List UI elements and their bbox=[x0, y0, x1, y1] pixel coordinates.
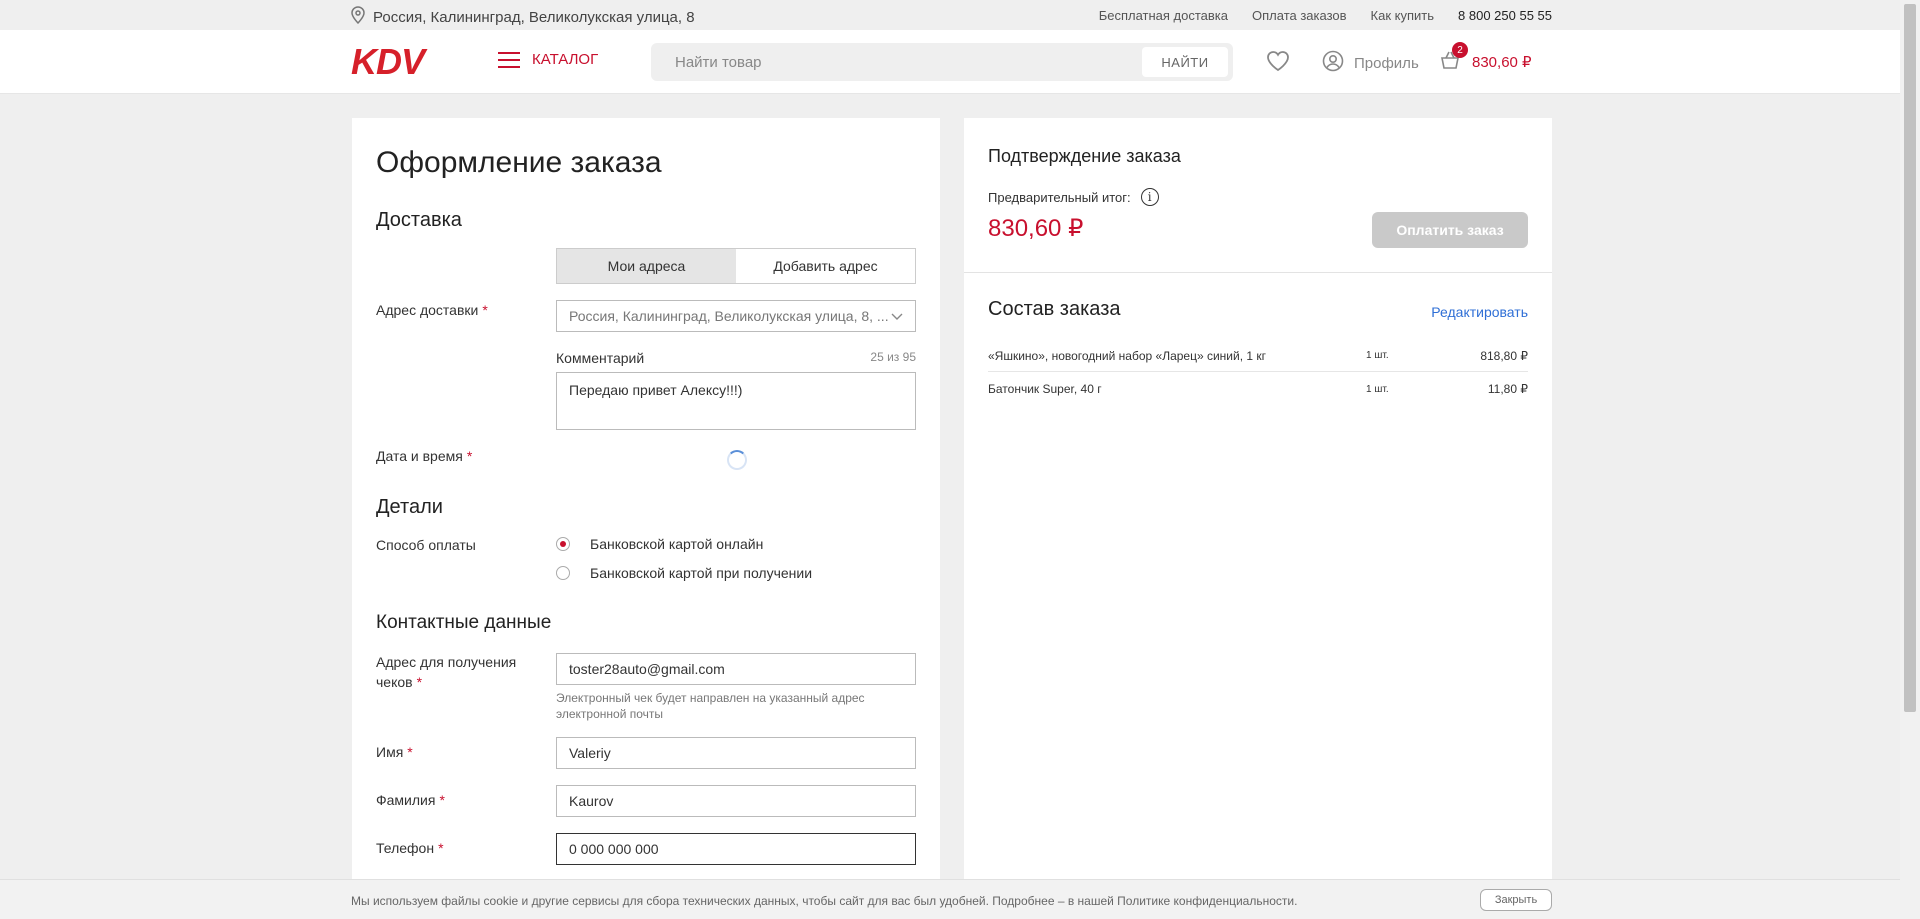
pay-order-button[interactable]: Оплатить заказ bbox=[1372, 212, 1528, 248]
phone-number[interactable]: 8 800 250 55 55 bbox=[1458, 8, 1552, 23]
datetime-label: Дата и время * bbox=[376, 448, 473, 464]
top-links: Бесплатная доставка Оплата заказов Как к… bbox=[1099, 8, 1552, 23]
last-name-field[interactable]: Kaurov bbox=[556, 785, 916, 817]
cart-icon: 2 bbox=[1440, 42, 1468, 74]
cookie-text: Мы используем файлы cookie и другие серв… bbox=[351, 894, 1298, 908]
tab-my-addresses[interactable]: Мои адреса bbox=[557, 249, 736, 283]
top-bar: Россия, Калининград, Великолукская улица… bbox=[0, 0, 1900, 30]
cart-total: 830,60 ₽ bbox=[1472, 54, 1532, 71]
comment-textarea[interactable]: Передаю привет Алексу!!!) bbox=[556, 372, 916, 430]
location[interactable]: Россия, Калининград, Великолукская улица… bbox=[351, 6, 695, 28]
contacts-section-title: Контактные данные bbox=[376, 612, 552, 633]
catalog-label: КАТАЛОГ bbox=[532, 51, 599, 68]
catalog-button[interactable]: КАТАЛОГ bbox=[498, 51, 598, 68]
address-select-value: Россия, Калининград, Великолукская улица… bbox=[569, 308, 889, 324]
comment-text: Передаю привет Алексу!!!) bbox=[569, 382, 743, 398]
location-text: Россия, Калининград, Великолукская улица… bbox=[373, 8, 695, 26]
phone-value: 0 000 000 000 bbox=[569, 841, 659, 857]
phone-label: Телефон * bbox=[376, 840, 444, 856]
search-input[interactable] bbox=[651, 43, 1141, 81]
search-bar: НАЙТИ bbox=[651, 43, 1233, 81]
cart-button[interactable]: 2 830,60 ₽ bbox=[1440, 42, 1532, 74]
receipt-email-value: toster28auto@gmail.com bbox=[569, 661, 725, 677]
link-payment[interactable]: Оплата заказов bbox=[1252, 8, 1347, 23]
order-item-name: «Яшкино», новогодний набор «Ларец» синий… bbox=[988, 348, 1267, 363]
phone-field[interactable]: 0 000 000 000 bbox=[556, 833, 916, 865]
page-scrollbar[interactable] bbox=[1900, 0, 1920, 919]
radio-unchecked-icon bbox=[556, 566, 570, 580]
receipt-email-field[interactable]: toster28auto@gmail.com bbox=[556, 653, 916, 685]
address-label: Адрес доставки * bbox=[376, 302, 488, 318]
payment-option-online[interactable]: Банковской картой онлайн bbox=[556, 536, 763, 552]
payment-option-on-delivery[interactable]: Банковской картой при получении bbox=[556, 565, 812, 581]
edit-order-link[interactable]: Редактировать bbox=[1431, 304, 1528, 320]
order-item-name: Батончик Super, 40 г bbox=[988, 382, 1102, 396]
comment-counter: 25 из 95 bbox=[870, 350, 916, 364]
first-name-value: Valeriy bbox=[569, 745, 611, 761]
payment-option-on-delivery-label: Банковской картой при получении bbox=[590, 565, 813, 581]
summary-title: Подтверждение заказа bbox=[988, 146, 1181, 166]
order-summary-panel: Подтверждение заказа Предварительный ито… bbox=[964, 118, 1552, 919]
subtotal-row: Предварительный итог: i bbox=[988, 188, 1159, 206]
location-pin-icon bbox=[351, 6, 365, 28]
address-select[interactable]: Россия, Калининград, Великолукская улица… bbox=[556, 300, 916, 332]
link-how-to-buy[interactable]: Как купить bbox=[1371, 8, 1434, 23]
cart-count-badge: 2 bbox=[1452, 42, 1468, 58]
payment-option-online-label: Банковской картой онлайн bbox=[590, 536, 764, 552]
delivery-section-title: Доставка bbox=[376, 209, 462, 231]
order-item: «Яшкино», новогодний набор «Ларец» синий… bbox=[988, 340, 1528, 372]
receipt-hint: Электронный чек будет направлен на указа… bbox=[556, 691, 865, 721]
info-icon[interactable]: i bbox=[1140, 188, 1159, 206]
page-title: Оформление заказа bbox=[376, 146, 662, 179]
last-name-label: Фамилия * bbox=[376, 792, 445, 808]
first-name-label: Имя * bbox=[376, 744, 413, 760]
order-item-qty: 1 шт. bbox=[1366, 350, 1389, 361]
order-item-qty: 1 шт. bbox=[1366, 383, 1389, 395]
last-name-value: Kaurov bbox=[569, 793, 614, 809]
cookie-close-button[interactable]: Закрыть bbox=[1480, 889, 1552, 911]
burger-icon bbox=[498, 51, 520, 68]
heart-icon[interactable] bbox=[1266, 50, 1290, 77]
cookie-banner: Мы используем файлы cookie и другие серв… bbox=[0, 879, 1900, 919]
spinner-icon bbox=[727, 450, 747, 470]
profile-button[interactable]: Профиль bbox=[1322, 50, 1419, 76]
chevron-down-icon bbox=[891, 308, 903, 324]
address-tabs: Мои адреса Добавить адрес bbox=[556, 248, 916, 284]
subtotal-label: Предварительный итог: bbox=[988, 189, 1131, 205]
first-name-field[interactable]: Valeriy bbox=[556, 737, 916, 769]
order-item-price: 11,80 ₽ bbox=[1487, 382, 1528, 396]
link-free-delivery[interactable]: Бесплатная доставка bbox=[1099, 8, 1228, 23]
radio-checked-icon bbox=[556, 537, 570, 551]
user-icon bbox=[1322, 50, 1344, 76]
details-section-title: Детали bbox=[376, 496, 443, 518]
composition-title: Состав заказа bbox=[988, 298, 1121, 320]
receipt-email-label: Адрес для получения чеков * bbox=[376, 654, 517, 690]
comment-label: Комментарий bbox=[556, 350, 645, 366]
scrollbar-thumb[interactable] bbox=[1904, 4, 1916, 712]
profile-label: Профиль bbox=[1354, 54, 1419, 72]
order-item: Батончик Super, 40 г 1 шт. 11,80 ₽ bbox=[988, 373, 1528, 405]
divider bbox=[964, 272, 1552, 273]
order-item-price: 818,80 ₽ bbox=[1480, 348, 1528, 363]
main-header: KDV КАТАЛОГ НАЙТИ Профиль 2 830,60 ₽ bbox=[0, 30, 1900, 94]
payment-method-label: Способ оплаты bbox=[376, 537, 476, 553]
search-button[interactable]: НАЙТИ bbox=[1142, 47, 1228, 77]
checkout-form-panel: Оформление заказа Доставка Мои адреса До… bbox=[352, 118, 940, 919]
logo[interactable]: KDV bbox=[351, 44, 425, 80]
tab-add-address[interactable]: Добавить адрес bbox=[736, 249, 915, 283]
order-total: 830,60 ₽ bbox=[988, 215, 1084, 242]
